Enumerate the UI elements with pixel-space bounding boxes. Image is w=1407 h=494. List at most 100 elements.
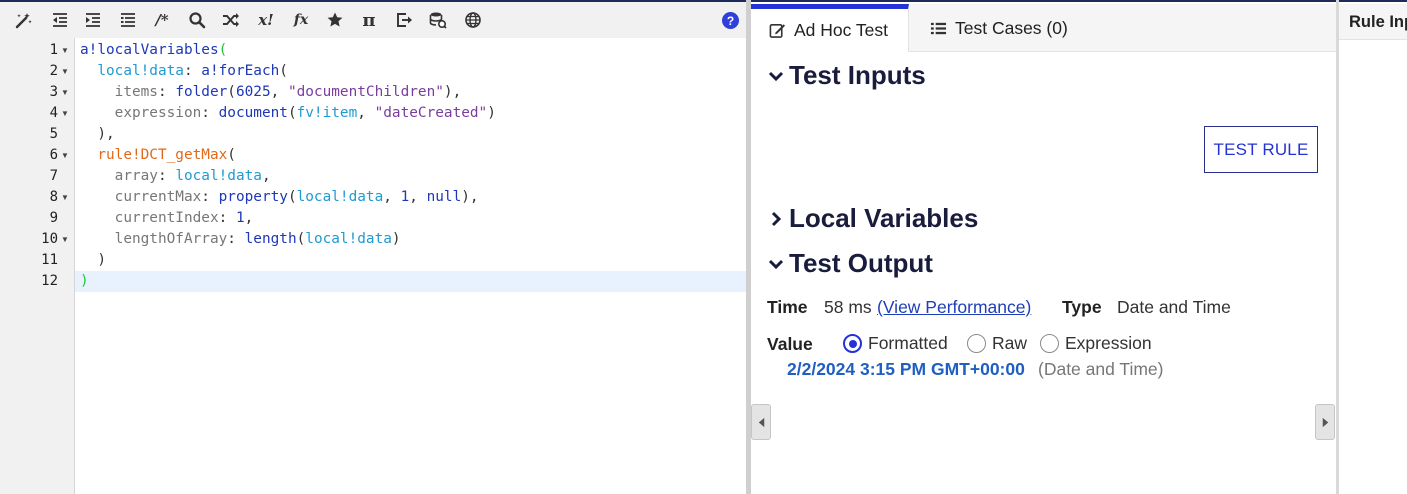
code-token: , <box>409 189 427 205</box>
format-radio-formatted[interactable]: Formatted <box>843 333 948 354</box>
code-token: ( <box>287 189 297 205</box>
code-token: ) <box>391 231 401 247</box>
code-line[interactable]: array: local!data, <box>75 166 746 187</box>
code-token: fv!item <box>296 105 358 121</box>
collapse-right-button[interactable] <box>1315 404 1335 440</box>
rule-inputs-tab[interactable]: Rule Inputs <box>1339 4 1407 40</box>
caret-left-icon <box>758 417 764 427</box>
code-line[interactable]: items: folder(6025, "documentChildren"), <box>75 82 746 103</box>
code-token: , <box>383 189 401 205</box>
code-token: , <box>244 210 254 226</box>
code-token: currentMax <box>114 189 202 205</box>
code-token: null <box>426 189 462 205</box>
output-result: 2/2/2024 3:15 PM GMT+00:00 <box>787 359 1025 379</box>
line-number: 11 <box>41 252 58 268</box>
function-label: fx <box>293 12 309 28</box>
function-icon[interactable]: fx <box>289 8 313 32</box>
shuffle-icon[interactable] <box>219 8 243 32</box>
collapse-left-button[interactable] <box>751 404 771 440</box>
code-line[interactable]: currentMax: property(local!data, 1, null… <box>75 187 746 208</box>
test-panel: Ad Hoc Test Test Cases (0) Test Inputs T… <box>751 0 1336 494</box>
export-icon[interactable] <box>392 8 416 32</box>
code-area[interactable]: a!localVariables( local!data: a!forEach(… <box>75 38 746 494</box>
format-label: Formatted <box>868 333 948 353</box>
x-factorial-icon[interactable]: x! <box>254 8 278 32</box>
code-token: ( <box>296 231 306 247</box>
radio-circle <box>843 334 862 353</box>
code-line[interactable]: a!localVariables( <box>75 40 746 61</box>
format-radio-raw[interactable]: Raw <box>967 333 1027 354</box>
code-line[interactable]: ) <box>75 271 746 292</box>
fold-arrow-icon[interactable]: ▼ <box>60 145 70 166</box>
chevron-right-icon <box>771 211 782 226</box>
code-token: 6025 <box>235 84 271 100</box>
test-output-header[interactable]: Test Output <box>767 248 933 279</box>
tab-ad-hoc-test[interactable]: Ad Hoc Test <box>751 4 909 52</box>
list-icon[interactable] <box>116 8 140 32</box>
test-inputs-header[interactable]: Test Inputs <box>767 60 926 91</box>
code-token: , <box>261 168 271 184</box>
code-token: expression <box>114 105 202 121</box>
view-performance-link[interactable]: (View Performance) <box>877 297 1031 318</box>
code-token: "dateCreated" <box>374 105 488 121</box>
fold-arrow-icon[interactable]: ▼ <box>60 82 70 103</box>
pi-label: π <box>362 9 376 31</box>
code-token: property <box>218 189 288 205</box>
x-factorial-label: x! <box>258 11 274 29</box>
time-value: 58 ms <box>824 297 872 317</box>
comment-icon[interactable]: /* <box>150 8 174 32</box>
radio-circle <box>1040 334 1059 353</box>
test-tabs: Ad Hoc Test Test Cases (0) <box>751 4 1336 52</box>
test-output-title: Test Output <box>789 248 933 278</box>
code-line[interactable]: local!data: a!forEach( <box>75 61 746 82</box>
test-inputs-title: Test Inputs <box>789 60 926 90</box>
line-number: 4 <box>49 105 58 121</box>
code-token: ) <box>80 273 89 289</box>
fold-arrow-icon[interactable]: ▼ <box>60 61 70 82</box>
code-token: local!data <box>305 231 392 247</box>
pi-icon[interactable]: π <box>357 8 381 32</box>
outdent-icon[interactable] <box>48 8 72 32</box>
format-radio-expression[interactable]: Expression <box>1040 333 1152 354</box>
magic-wand-icon[interactable] <box>12 8 36 32</box>
search-icon[interactable] <box>185 8 209 32</box>
expression-editor: /* x! fx π ? 1 ▼ 2 ▼ 3 ▼ 4 ▼ 5 6 ▼ 7 8 ▼ 9 10 ▼ 11 12 <box>0 0 746 494</box>
line-number: 2 <box>49 63 58 79</box>
test-rule-button[interactable]: TEST RULE <box>1204 126 1318 173</box>
comment-label: /* <box>155 11 169 29</box>
line-number: 6 <box>49 147 58 163</box>
database-icon[interactable] <box>426 8 450 32</box>
code-line[interactable]: lengthOfArray: length(local!data) <box>75 229 746 250</box>
star-icon[interactable] <box>323 8 347 32</box>
fold-arrow-icon[interactable]: ▼ <box>60 40 70 61</box>
tab-test-cases[interactable]: Test Cases (0) <box>930 4 1068 52</box>
indent-icon[interactable] <box>81 8 105 32</box>
line-number: 8 <box>49 189 58 205</box>
tab-ad-hoc-label: Ad Hoc Test <box>794 20 889 40</box>
fold-arrow-icon[interactable]: ▼ <box>60 229 70 250</box>
code-token: : <box>157 84 176 100</box>
line-number: 3 <box>49 84 58 100</box>
line-number: 5 <box>49 126 58 142</box>
code-line[interactable]: rule!DCT_getMax( <box>75 145 746 166</box>
fold-arrow-icon[interactable]: ▼ <box>60 103 70 124</box>
code-line[interactable]: currentIndex: 1, <box>75 208 746 229</box>
code-token: local!data <box>97 63 184 79</box>
help-icon[interactable]: ? <box>722 12 739 29</box>
format-label: Raw <box>992 333 1028 353</box>
code-token: ) <box>80 252 106 268</box>
globe-icon[interactable] <box>461 8 485 32</box>
line-number-gutter: 1 ▼ 2 ▼ 3 ▼ 4 ▼ 5 6 ▼ 7 8 ▼ 9 10 ▼ 11 12 <box>0 38 75 494</box>
fold-arrow-icon[interactable]: ▼ <box>60 187 70 208</box>
local-variables-header[interactable]: Local Variables <box>767 203 978 234</box>
code-line[interactable]: ), <box>75 124 746 145</box>
code-line[interactable]: expression: document(fv!item, "dateCreat… <box>75 103 746 124</box>
code-line[interactable]: ) <box>75 250 746 271</box>
caret-right-icon <box>1322 417 1328 427</box>
